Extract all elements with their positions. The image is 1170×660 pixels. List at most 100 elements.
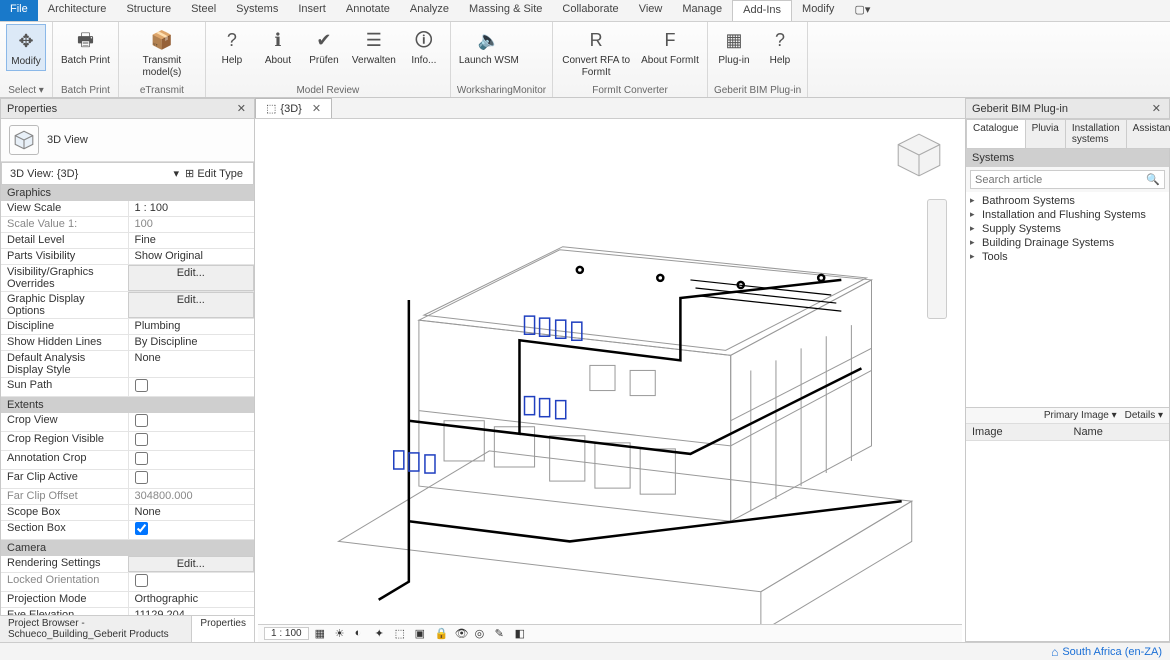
analytical-icon[interactable]: ✎ bbox=[495, 627, 509, 641]
property-group-header[interactable]: Graphics bbox=[1, 185, 254, 201]
tab-architecture[interactable]: Architecture bbox=[38, 0, 117, 21]
tab-manage[interactable]: Manage bbox=[672, 0, 732, 21]
property-checkbox[interactable] bbox=[135, 414, 148, 427]
tab-collaborate[interactable]: Collaborate bbox=[552, 0, 628, 21]
property-checkbox[interactable] bbox=[135, 433, 148, 446]
tab-view[interactable]: View bbox=[629, 0, 673, 21]
tab-project-browser[interactable]: Project Browser - Schueco_Building_Geber… bbox=[0, 616, 192, 642]
ribbon-button[interactable]: 🖶Batch Print bbox=[59, 24, 112, 69]
property-value[interactable] bbox=[128, 378, 255, 396]
status-location[interactable]: ⌂ South Africa (en-ZA) bbox=[1051, 645, 1162, 659]
property-value[interactable]: Plumbing bbox=[128, 319, 255, 334]
tab-structure[interactable]: Structure bbox=[116, 0, 181, 21]
ribbon-button[interactable]: 🛈Info... bbox=[404, 24, 444, 69]
plugin-tab-installation-systems[interactable]: Installation systems bbox=[1065, 119, 1127, 148]
property-group-header[interactable]: Extents bbox=[1, 397, 254, 413]
tab-add-ins[interactable]: Add-Ins bbox=[732, 0, 792, 21]
property-checkbox[interactable] bbox=[135, 471, 148, 484]
tab-modify[interactable]: Modify bbox=[792, 0, 844, 21]
property-value[interactable]: 100 bbox=[128, 217, 255, 232]
sun-path-icon[interactable]: ☀ bbox=[335, 627, 349, 641]
view-instance-selector[interactable]: 3D View: {3D} ▾ ⊞ Edit Type bbox=[1, 162, 254, 185]
tree-node[interactable]: Installation and Flushing Systems bbox=[970, 208, 1165, 222]
rendering-icon[interactable]: ✦ bbox=[375, 627, 389, 641]
tab-steel[interactable]: Steel bbox=[181, 0, 226, 21]
property-value[interactable]: None bbox=[128, 351, 255, 377]
tree-node[interactable]: Bathroom Systems bbox=[970, 194, 1165, 208]
ribbon-button[interactable]: FAbout FormIt bbox=[639, 24, 701, 69]
tab-insert[interactable]: Insert bbox=[288, 0, 336, 21]
ribbon-button[interactable]: 📦Transmit model(s) bbox=[125, 24, 199, 80]
model-graphics-icon[interactable]: ▦ bbox=[315, 627, 329, 641]
close-icon[interactable]: ✕ bbox=[235, 102, 248, 115]
ribbon-button[interactable]: ?Help bbox=[212, 24, 252, 69]
property-value[interactable] bbox=[128, 470, 255, 488]
tab-file[interactable]: File bbox=[0, 0, 38, 21]
property-checkbox[interactable] bbox=[135, 379, 148, 392]
lock-icon[interactable]: 🔒 bbox=[435, 627, 449, 641]
property-checkbox[interactable] bbox=[135, 452, 148, 465]
ribbon-button[interactable]: ℹAbout bbox=[258, 24, 298, 69]
property-group-header[interactable]: Camera bbox=[1, 540, 254, 556]
property-checkbox[interactable] bbox=[135, 522, 148, 535]
tab-analyze[interactable]: Analyze bbox=[400, 0, 459, 21]
plugin-tab-catalogue[interactable]: Catalogue bbox=[966, 119, 1026, 148]
navigation-bar[interactable] bbox=[927, 199, 947, 319]
close-icon[interactable]: ✕ bbox=[1150, 102, 1163, 115]
search-input[interactable] bbox=[975, 174, 1146, 186]
shadows-icon[interactable]: ◐ bbox=[355, 627, 369, 641]
property-value[interactable]: 304800.000 bbox=[128, 489, 255, 504]
crop-icon[interactable]: ⬚ bbox=[395, 627, 409, 641]
ribbon-button[interactable]: ✥Modify bbox=[6, 24, 46, 71]
edit-type-button[interactable]: ⊞ Edit Type bbox=[179, 165, 249, 182]
plugin-tab-pluvia[interactable]: Pluvia bbox=[1025, 119, 1066, 148]
plugin-search[interactable]: 🔍 bbox=[970, 170, 1165, 189]
ribbon-button[interactable]: RConvert RFA to FormIt bbox=[559, 24, 633, 80]
property-checkbox[interactable] bbox=[135, 574, 148, 587]
ribbon-button[interactable]: 🔈Launch WSM bbox=[457, 24, 521, 69]
view-cube[interactable] bbox=[893, 129, 945, 181]
reveal-icon[interactable]: ◎ bbox=[475, 627, 489, 641]
property-value[interactable]: By Discipline bbox=[128, 335, 255, 350]
tab-massing-site[interactable]: Massing & Site bbox=[459, 0, 552, 21]
property-value[interactable] bbox=[128, 451, 255, 469]
close-icon[interactable]: ✕ bbox=[312, 102, 321, 115]
property-value[interactable] bbox=[128, 413, 255, 431]
plugin-title: Geberit BIM Plug-in bbox=[972, 103, 1068, 115]
tab-systems[interactable]: Systems bbox=[226, 0, 288, 21]
model-canvas[interactable] bbox=[255, 119, 965, 642]
ribbon-button[interactable]: ☰Verwalten bbox=[350, 24, 398, 69]
highlight-icon[interactable]: ◧ bbox=[515, 627, 529, 641]
plugin-tab-assistants[interactable]: Assistants bbox=[1126, 119, 1170, 148]
property-value[interactable]: 1 : 100 bbox=[128, 201, 255, 216]
crop-region-icon[interactable]: ▣ bbox=[415, 627, 429, 641]
search-icon[interactable]: 🔍 bbox=[1146, 173, 1160, 186]
view-tab-3d[interactable]: ⬚ {3D} ✕ bbox=[255, 98, 332, 118]
property-value[interactable]: None bbox=[128, 505, 255, 520]
temporary-hide-icon[interactable]: 👁 bbox=[455, 627, 469, 641]
property-edit-button[interactable]: Edit... bbox=[128, 556, 255, 572]
property-edit-button[interactable]: Edit... bbox=[128, 265, 255, 291]
tree-node[interactable]: Supply Systems bbox=[970, 222, 1165, 236]
primary-image-toggle[interactable]: Primary Image ▾ bbox=[1044, 410, 1117, 421]
property-value[interactable] bbox=[128, 432, 255, 450]
tab-context[interactable]: ▢▾ bbox=[844, 0, 880, 21]
property-value[interactable] bbox=[128, 521, 255, 539]
property-value[interactable]: Orthographic bbox=[128, 592, 255, 607]
ribbon-button[interactable]: ▦Plug-in bbox=[714, 24, 754, 69]
properties-type-selector[interactable]: 3D View bbox=[1, 119, 254, 162]
property-value[interactable] bbox=[128, 573, 255, 591]
view-scale-selector[interactable]: 1 : 100 bbox=[264, 627, 309, 640]
tab-annotate[interactable]: Annotate bbox=[336, 0, 400, 21]
plugin-tree: Bathroom Systems Installation and Flushi… bbox=[966, 192, 1169, 407]
ribbon-button[interactable]: ✔Prüfen bbox=[304, 24, 344, 69]
ribbon-button[interactable]: ?Help bbox=[760, 24, 800, 69]
ribbon-icon: 📦 bbox=[148, 26, 176, 54]
property-value[interactable]: Fine bbox=[128, 233, 255, 248]
tree-node[interactable]: Building Drainage Systems bbox=[970, 236, 1165, 250]
tree-node[interactable]: Tools bbox=[970, 250, 1165, 264]
tab-properties[interactable]: Properties bbox=[192, 616, 255, 642]
details-toggle[interactable]: Details ▾ bbox=[1125, 410, 1163, 421]
property-edit-button[interactable]: Edit... bbox=[128, 292, 255, 318]
property-value[interactable]: Show Original bbox=[128, 249, 255, 264]
